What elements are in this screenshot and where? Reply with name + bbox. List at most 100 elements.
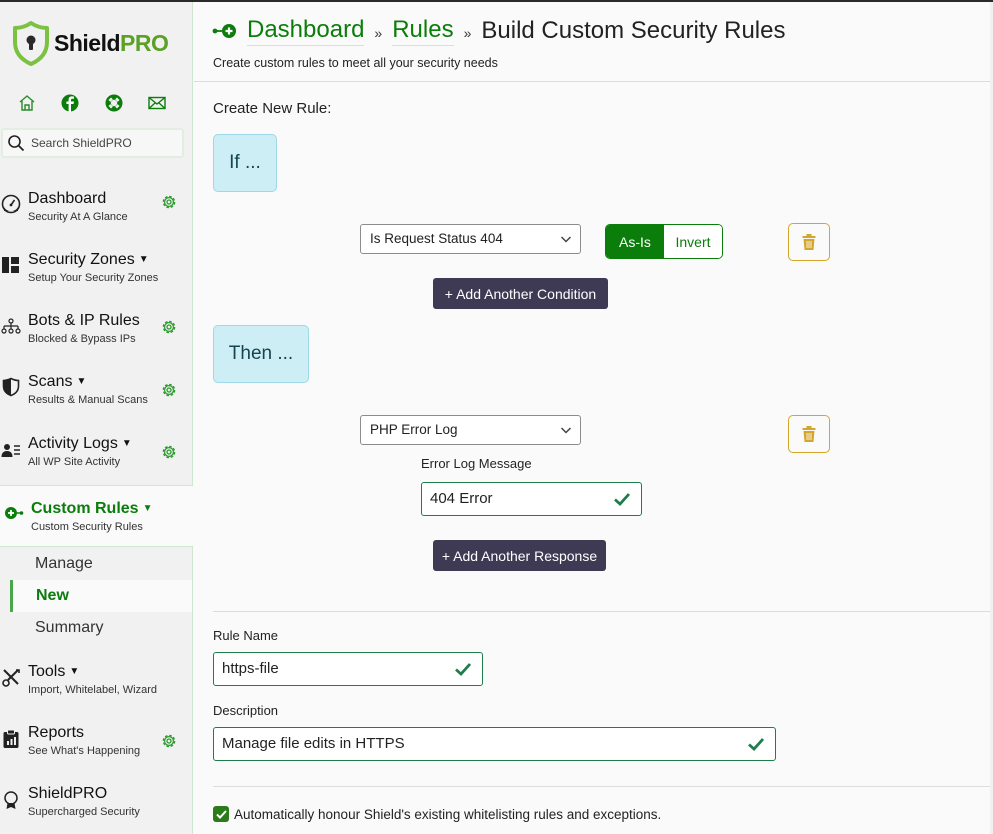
sidebar-item-subtitle: Setup Your Security Zones	[28, 272, 159, 284]
whitelist-checkbox[interactable]	[213, 806, 229, 822]
sidebar-item-title: Scans ▼	[28, 373, 86, 391]
sidebar-item-title: ShieldPRO	[28, 785, 108, 802]
header-divider	[194, 81, 990, 82]
error-log-message-value: 404 Error	[430, 490, 493, 507]
invert-option[interactable]: Invert	[664, 225, 722, 258]
condition-select[interactable]: Is Request Status 404	[360, 224, 581, 254]
sidebar-item-custom-rules[interactable]: Custom Rules ▼ Custom Security Rules	[0, 485, 193, 547]
rule-name-value: https-file	[222, 660, 279, 677]
search-icon	[8, 135, 25, 152]
rule-name-input[interactable]: https-file	[213, 652, 483, 686]
description-label: Description	[213, 703, 279, 718]
custom-rules-subnav: Manage New Summary	[0, 548, 192, 644]
shieldpro-logo[interactable]: ShieldPRO	[12, 20, 169, 66]
description-value: Manage file edits in HTTPS	[222, 735, 405, 752]
logo-text-shield: Shield	[54, 29, 121, 56]
caret-down-icon[interactable]: ▼	[69, 666, 79, 677]
node-plus-icon	[212, 24, 236, 38]
description-input[interactable]: Manage file edits in HTTPS	[213, 727, 776, 761]
award-icon	[4, 791, 18, 809]
caret-down-icon[interactable]: ▼	[139, 254, 149, 265]
whitelist-option: Automatically honour Shield's existing w…	[213, 806, 661, 822]
breadcrumb-separator: »	[374, 25, 383, 41]
network-icon	[1, 318, 21, 334]
response-select-value: PHP Error Log	[370, 422, 458, 437]
chevron-down-icon	[560, 427, 572, 434]
shield-half-icon	[2, 377, 20, 397]
add-condition-button[interactable]: + Add Another Condition	[433, 278, 608, 309]
sidebar-item-subtitle: Security At A Glance	[28, 211, 128, 223]
sidebar-item-tools[interactable]: Tools ▼ Import, Whitelabel, Wizard	[0, 663, 192, 713]
delete-response-button[interactable]	[788, 415, 830, 453]
gear-icon[interactable]	[160, 732, 178, 750]
sidebar-item-activity-logs[interactable]: Activity Logs ▼ All WP Site Activity	[0, 435, 192, 485]
error-log-message-label: Error Log Message	[421, 456, 532, 471]
add-response-button[interactable]: + Add Another Response	[433, 540, 606, 571]
email-icon[interactable]	[148, 94, 166, 112]
caret-down-icon[interactable]: ▼	[122, 438, 132, 449]
check-icon	[455, 663, 472, 676]
title-text: Custom Rules	[31, 500, 139, 517]
sidebar-search[interactable]	[1, 128, 184, 158]
check-icon	[614, 493, 631, 506]
breadcrumb: Dashboard » Rules » Build Custom Securit…	[212, 16, 786, 46]
trash-icon	[802, 426, 816, 442]
sidebar-item-title: Reports	[28, 724, 85, 741]
sidebar-item-title: Custom Rules ▼	[31, 500, 152, 518]
sidebar-item-subtitle: Blocked & Bypass IPs	[28, 333, 136, 345]
sidebar-item-title: Tools ▼	[28, 663, 79, 681]
condition-select-value: Is Request Status 404	[370, 231, 503, 246]
whitelist-checkbox-label: Automatically honour Shield's existing w…	[234, 806, 662, 822]
page-title: Build Custom Security Rules	[481, 17, 786, 44]
sidebar-item-reports[interactable]: Reports See What's Happening	[0, 724, 192, 774]
sidebar-item-subtitle: Custom Security Rules	[31, 521, 143, 533]
caret-down-icon[interactable]: ▼	[143, 503, 153, 514]
gear-icon[interactable]	[160, 443, 178, 461]
tools-icon	[2, 669, 20, 687]
sidebar-item-dashboard[interactable]: Dashboard Security At A Glance	[0, 190, 192, 240]
breadcrumb-rules-link[interactable]: Rules	[392, 16, 454, 46]
sidebar-item-title: Security Zones ▼	[28, 251, 149, 269]
sidebar-item-scans[interactable]: Scans ▼ Results & Manual Scans	[0, 373, 192, 423]
delete-condition-button[interactable]	[788, 223, 830, 261]
home-icon[interactable]	[18, 94, 36, 112]
sidebar-item-subtitle: Supercharged Security	[28, 806, 140, 818]
title-text: Security Zones	[28, 251, 135, 268]
response-select[interactable]: PHP Error Log	[360, 415, 581, 445]
shield-lock-icon	[13, 21, 49, 66]
condition-mode-toggle: As-Is Invert	[605, 224, 723, 259]
rule-name-label: Rule Name	[213, 628, 279, 643]
person-lines-icon	[1, 444, 20, 457]
gear-icon[interactable]	[160, 318, 178, 336]
sidebar-item-security-zones[interactable]: Security Zones ▼ Setup Your Security Zone…	[0, 251, 192, 301]
logo-text-pro: PRO	[120, 29, 169, 56]
gear-icon[interactable]	[160, 193, 178, 211]
breadcrumb-dashboard-link[interactable]: Dashboard	[247, 16, 365, 46]
page-subtitle: Create custom rules to meet all your sec…	[213, 56, 498, 70]
support-lifebuoy-icon[interactable]	[105, 94, 123, 112]
search-input[interactable]	[31, 136, 181, 150]
sidebar-item-title: Activity Logs ▼	[28, 435, 132, 453]
subnav-item-new[interactable]: New	[10, 580, 192, 612]
error-log-message-input[interactable]: 404 Error	[421, 482, 642, 516]
sidebar-item-subtitle: All WP Site Activity	[28, 456, 121, 468]
as-is-option[interactable]: As-Is	[606, 225, 664, 258]
check-icon	[748, 738, 765, 751]
breadcrumb-separator: »	[463, 25, 472, 41]
title-text: Scans	[28, 373, 73, 390]
title-text: Activity Logs	[28, 435, 118, 452]
create-new-rule-label: Create New Rule:	[213, 100, 332, 117]
grid-layout-icon	[2, 257, 19, 273]
facebook-icon[interactable]	[61, 94, 79, 112]
sidebar-item-bots-ip-rules[interactable]: Bots & IP Rules Blocked & Bypass IPs	[0, 312, 192, 362]
sidebar-item-title: Dashboard	[28, 190, 107, 207]
gear-icon[interactable]	[160, 381, 178, 399]
sidebar-item-shieldpro[interactable]: ShieldPRO Supercharged Security	[0, 785, 192, 834]
clipboard-chart-icon	[3, 729, 19, 748]
caret-down-icon[interactable]: ▼	[76, 376, 86, 387]
chevron-down-icon	[560, 236, 572, 243]
then-block-label: Then ...	[213, 325, 309, 383]
subnav-item-manage[interactable]: Manage	[0, 548, 192, 580]
subnav-item-summary[interactable]: Summary	[0, 612, 192, 644]
node-plus-icon	[5, 507, 24, 519]
